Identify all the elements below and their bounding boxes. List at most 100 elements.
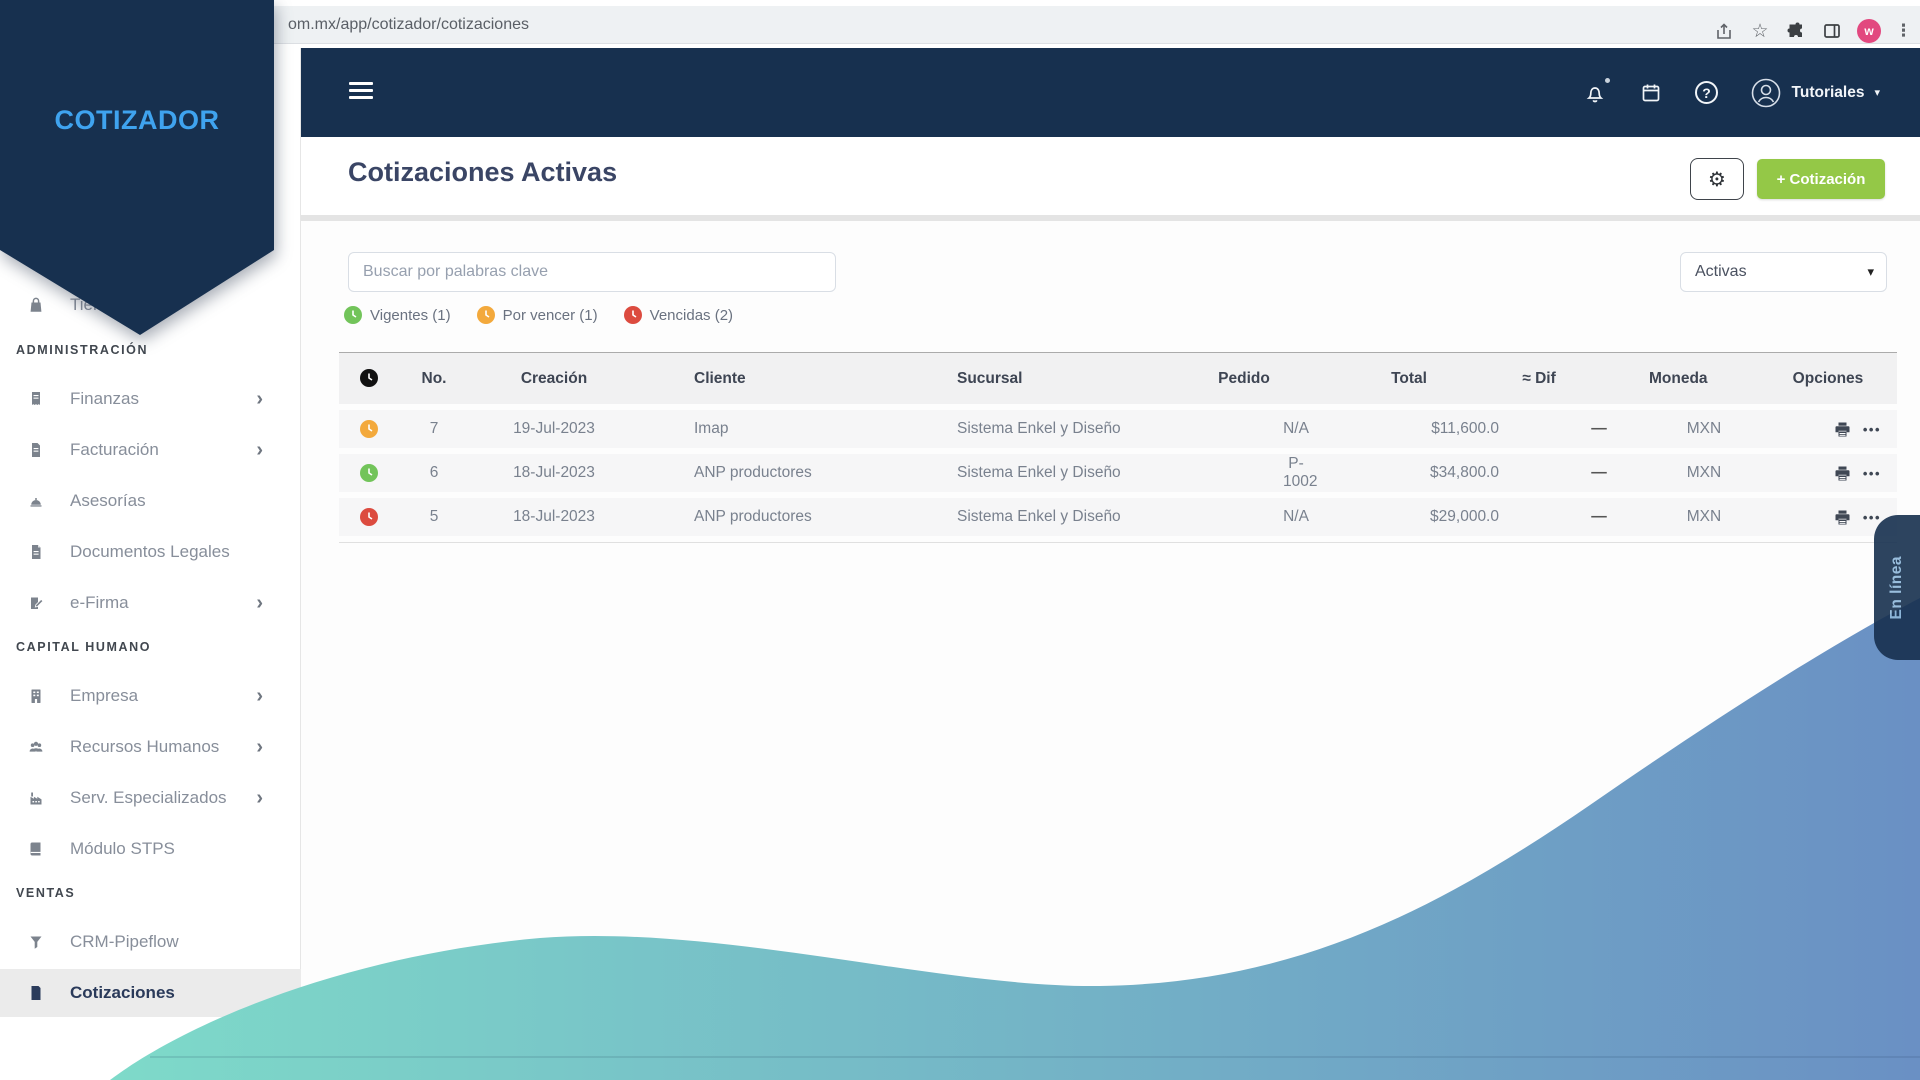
online-chat-label: En línea (1888, 556, 1906, 619)
sidebar-item-facturacion[interactable]: Facturación › (0, 428, 301, 472)
browser-profile-avatar[interactable]: w (1857, 19, 1881, 43)
sidebar-item-empresa[interactable]: Empresa › (0, 674, 301, 718)
status-clock-icon (360, 420, 378, 438)
factory-icon (26, 788, 46, 808)
legal-document-icon (26, 542, 46, 562)
status-clock-icon (360, 464, 378, 482)
table-bottom-border (339, 542, 1897, 543)
sidebar-item-crm-pipeflow[interactable]: CRM-Pipeflow (0, 920, 301, 964)
sidebar-item-asesorias[interactable]: Asesorías (0, 479, 301, 523)
page-title: Cotizaciones Activas (348, 157, 617, 188)
bookmark-star-icon[interactable]: ☆ (1749, 20, 1771, 42)
row-options-icon[interactable]: ••• (1863, 466, 1881, 481)
print-icon[interactable] (1834, 421, 1851, 438)
chevron-right-icon: › (256, 737, 263, 757)
cell-total: $11,600.0 (1309, 420, 1509, 438)
status-legend: Vigentes (1) Por vencer (1) Vencidas (2) (344, 306, 733, 324)
status-filter-select[interactable]: Activas ▾ (1680, 252, 1887, 292)
chevron-right-icon: › (256, 389, 263, 409)
app-root: om.mx/app/cotizador/cotizaciones ☆ w (0, 0, 1920, 1080)
browser-menu-icon[interactable]: ⋮ (1895, 21, 1912, 41)
sidebar-item-modulo-stps[interactable]: Módulo STPS (0, 827, 301, 871)
sidebar-item-recursos-humanos[interactable]: Recursos Humanos › (0, 725, 301, 769)
service-dome-icon (26, 491, 46, 511)
cell-pedido: N/A (1179, 508, 1309, 526)
status-filter-value: Activas (1695, 263, 1747, 281)
settings-gear-button[interactable]: ⚙ (1690, 158, 1744, 200)
print-icon[interactable] (1834, 465, 1851, 482)
main-content: Activas ▾ Vigentes (1) Por vencer (1) Ve… (301, 221, 1920, 1080)
browser-url-bar[interactable]: om.mx/app/cotizador/cotizaciones ☆ w (0, 6, 1920, 44)
clock-orange-icon (477, 306, 495, 324)
cell-sucursal: Sistema Enkel y Diseño (879, 464, 1179, 482)
cell-dif: — (1509, 420, 1649, 438)
chevron-down-icon: ▾ (1867, 264, 1874, 280)
badge-vencidas[interactable]: Vencidas (2) (624, 306, 733, 324)
sidebar-section-capital-humano: CAPITAL HUMANO (16, 640, 151, 654)
side-panel-icon[interactable] (1821, 20, 1843, 42)
quote-document-icon (26, 983, 46, 1003)
sidebar-item-efirma[interactable]: e-Firma › (0, 581, 301, 625)
search-input[interactable] (348, 252, 836, 292)
clock-red-icon (624, 306, 642, 324)
cell-dif: — (1509, 508, 1649, 526)
table-row[interactable]: 5 18-Jul-2023 ANP productores Sistema En… (339, 498, 1897, 536)
sidebar-item-pedidos[interactable]: Pedidos (0, 1069, 301, 1080)
cell-no: 7 (399, 420, 469, 438)
chevron-down-icon: ▾ (1874, 86, 1880, 99)
cell-no: 5 (399, 508, 469, 526)
cell-creacion: 18-Jul-2023 (469, 508, 639, 526)
notifications-bell-icon[interactable] (1582, 80, 1608, 106)
user-menu-label: Tutoriales (1792, 84, 1865, 102)
print-icon[interactable] (1834, 509, 1851, 526)
cell-creacion: 19-Jul-2023 (469, 420, 639, 438)
sidebar-item-finanzas[interactable]: Finanzas › (0, 377, 301, 421)
cell-moneda: MXN (1649, 508, 1759, 526)
cell-cliente: ANP productores (639, 508, 879, 526)
extensions-puzzle-icon[interactable] (1785, 20, 1807, 42)
cell-total: $34,800.0 (1309, 464, 1509, 482)
cell-moneda: MXN (1649, 464, 1759, 482)
invoice-icon (26, 440, 46, 460)
cell-pedido: N/A (1179, 420, 1309, 438)
sidebar-item-documentos-legales[interactable]: Documentos Legales (0, 530, 301, 574)
cell-moneda: MXN (1649, 420, 1759, 438)
cell-total: $29,000.0 (1309, 508, 1509, 526)
cell-dif: — (1509, 464, 1649, 482)
badge-por-vencer[interactable]: Por vencer (1) (477, 306, 598, 324)
share-icon[interactable] (1713, 20, 1735, 42)
hamburger-menu-icon[interactable] (349, 82, 373, 102)
app-navbar: ? Tutoriales ▾ (301, 48, 1920, 137)
online-chat-tab[interactable]: En línea (1874, 515, 1920, 660)
cell-pedido: P-1002 (1179, 455, 1309, 491)
row-options-icon[interactable]: ••• (1863, 510, 1881, 525)
chevron-right-icon: › (256, 788, 263, 808)
table-header-row: No. Creación Cliente Sucursal Pedido Tot… (339, 352, 1897, 404)
building-icon (26, 686, 46, 706)
badge-vigentes[interactable]: Vigentes (1) (344, 306, 451, 324)
cell-creacion: 18-Jul-2023 (469, 464, 639, 482)
sidebar-section-ventas: VENTAS (16, 886, 75, 900)
chevron-right-icon: › (256, 593, 263, 613)
row-options-icon[interactable]: ••• (1863, 422, 1881, 437)
user-avatar-icon (1750, 77, 1782, 109)
new-cotizacion-button[interactable]: + Cotización (1757, 159, 1885, 199)
people-icon (26, 737, 46, 757)
notification-dot (1605, 78, 1610, 83)
user-menu[interactable]: Tutoriales ▾ (1750, 77, 1880, 109)
page-header: Cotizaciones Activas ⚙ + Cotización (301, 137, 1920, 215)
sidebar-item-serv-especializados[interactable]: Serv. Especializados › (0, 776, 301, 820)
table-row[interactable]: 6 18-Jul-2023 ANP productores Sistema En… (339, 454, 1897, 492)
cell-sucursal: Sistema Enkel y Diseño (879, 508, 1179, 526)
help-icon[interactable]: ? (1694, 80, 1720, 106)
receipt-icon (26, 389, 46, 409)
cell-cliente: ANP productores (639, 464, 879, 482)
book-icon (26, 839, 46, 859)
app-logo: COTIZADOR (55, 105, 220, 335)
status-clock-icon (360, 508, 378, 526)
browser-url-text[interactable]: om.mx/app/cotizador/cotizaciones (288, 6, 529, 44)
calendar-icon[interactable] (1638, 80, 1664, 106)
cell-no: 6 (399, 464, 469, 482)
sidebar-item-cotizaciones[interactable]: Cotizaciones (0, 969, 301, 1017)
table-row[interactable]: 7 19-Jul-2023 Imap Sistema Enkel y Diseñ… (339, 410, 1897, 448)
